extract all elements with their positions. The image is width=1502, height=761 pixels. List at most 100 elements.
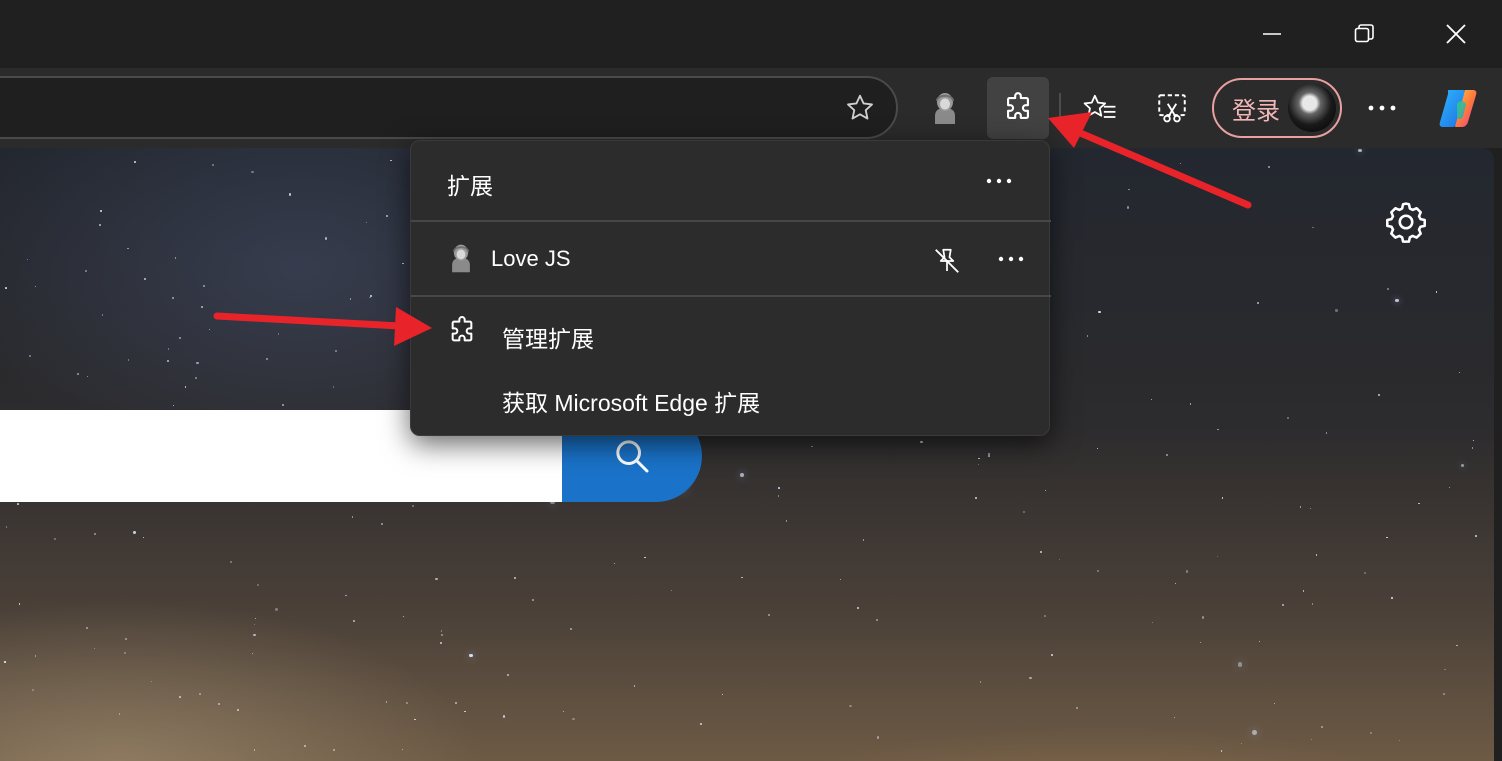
star-dot bbox=[464, 710, 466, 713]
page-settings-button[interactable] bbox=[1378, 194, 1434, 250]
star-dot bbox=[167, 348, 170, 350]
get-extensions-item[interactable]: 获取 Microsoft Edge 扩展 bbox=[411, 365, 1051, 427]
star-dot bbox=[411, 505, 414, 508]
star-dot bbox=[249, 316, 251, 318]
star-dot bbox=[144, 277, 147, 280]
copilot-icon bbox=[1439, 90, 1477, 127]
sign-in-button[interactable]: 登录 bbox=[1212, 78, 1342, 138]
star-dot bbox=[1217, 428, 1219, 431]
minimize-button[interactable] bbox=[1226, 0, 1318, 68]
star-dot bbox=[386, 701, 388, 703]
star-dot bbox=[401, 262, 404, 265]
star-dot bbox=[1023, 510, 1026, 514]
star-dot bbox=[349, 298, 352, 301]
star-dot bbox=[614, 563, 616, 565]
extensions-button[interactable] bbox=[987, 77, 1049, 139]
star-dot bbox=[1126, 206, 1130, 209]
star-dot bbox=[671, 590, 673, 592]
star-dot bbox=[5, 286, 7, 289]
star-dot bbox=[1461, 463, 1465, 468]
star-dot bbox=[1274, 702, 1276, 704]
manage-extensions-label: 管理扩展 bbox=[502, 326, 594, 352]
star-dot bbox=[405, 701, 408, 704]
star-dot bbox=[1442, 693, 1445, 696]
star-dot bbox=[1029, 677, 1032, 680]
star-dot bbox=[1128, 188, 1130, 191]
star-dot bbox=[1399, 739, 1401, 741]
star-dot bbox=[441, 630, 443, 632]
star-dot bbox=[101, 314, 104, 317]
extensions-puzzle-icon bbox=[1007, 92, 1029, 119]
star-dot bbox=[455, 701, 458, 704]
star-dot bbox=[1050, 653, 1054, 656]
unpin-icon bbox=[935, 248, 959, 273]
star-dot bbox=[1199, 641, 1202, 644]
star-dot bbox=[288, 193, 292, 196]
star-dot bbox=[785, 520, 788, 522]
star-dot bbox=[184, 386, 187, 388]
star-dot bbox=[1363, 571, 1366, 574]
star-dot bbox=[435, 577, 438, 580]
star-dot bbox=[142, 536, 144, 538]
star-dot bbox=[722, 693, 724, 696]
manage-extensions-item[interactable]: 管理扩展 bbox=[411, 301, 1051, 363]
star-dot bbox=[218, 703, 221, 705]
star-dot bbox=[208, 329, 211, 331]
star-dot bbox=[178, 337, 181, 340]
menu-divider bbox=[411, 295, 1051, 297]
star-dot bbox=[173, 404, 175, 406]
star-dot bbox=[200, 306, 203, 309]
star-dot bbox=[86, 376, 88, 378]
pin-extension-button[interactable] bbox=[927, 243, 967, 279]
star-dot bbox=[324, 237, 327, 240]
star-dot bbox=[93, 532, 96, 535]
star-dot bbox=[1287, 417, 1289, 419]
star-dot bbox=[700, 723, 702, 725]
star-dot bbox=[5, 525, 8, 528]
star-dot bbox=[1241, 742, 1243, 744]
star-dot bbox=[277, 333, 279, 335]
star-dot bbox=[179, 696, 181, 698]
address-bar[interactable] bbox=[0, 76, 898, 139]
star-dot bbox=[1435, 291, 1437, 293]
star-dot bbox=[1259, 641, 1261, 643]
extension-row-love-js[interactable]: Love JS bbox=[411, 223, 1051, 295]
star-dot bbox=[199, 692, 201, 695]
extensions-menu: 扩展 Love JS 管理扩展 获取 Microsoft Edge 扩展 bbox=[410, 140, 1051, 436]
close-window-button[interactable] bbox=[1410, 0, 1502, 68]
screenshot-button[interactable] bbox=[1141, 77, 1203, 139]
sign-in-label: 登录 bbox=[1232, 97, 1280, 125]
star-dot bbox=[27, 259, 29, 261]
extension-more-button[interactable] bbox=[986, 239, 1036, 279]
star-dot bbox=[876, 736, 879, 739]
love-js-extension-button[interactable] bbox=[914, 77, 976, 139]
star-dot bbox=[768, 613, 770, 616]
more-options-button[interactable] bbox=[1351, 77, 1413, 139]
star-dot bbox=[1216, 556, 1218, 558]
star-dot bbox=[1302, 590, 1305, 593]
star-dot bbox=[1472, 447, 1474, 449]
star-dot bbox=[974, 497, 977, 500]
star-dot bbox=[1325, 431, 1328, 434]
star-dot bbox=[1186, 570, 1189, 573]
copilot-button[interactable] bbox=[1427, 77, 1489, 139]
star-dot bbox=[124, 637, 128, 641]
favorite-star-button[interactable] bbox=[842, 92, 878, 124]
extensions-menu-more-button[interactable] bbox=[974, 161, 1024, 201]
star-dot bbox=[740, 472, 744, 477]
star-dot bbox=[34, 286, 36, 288]
star-dot bbox=[862, 539, 865, 541]
star-dot bbox=[332, 748, 335, 751]
star-dot bbox=[166, 360, 169, 362]
restore-icon bbox=[1354, 24, 1374, 43]
star-dot bbox=[1175, 583, 1177, 585]
star-dot bbox=[253, 633, 256, 636]
screenshot-icon bbox=[1158, 94, 1186, 123]
star-dot bbox=[251, 170, 254, 174]
star-dot bbox=[1086, 335, 1089, 337]
restore-button[interactable] bbox=[1318, 0, 1410, 68]
star-dot bbox=[353, 619, 356, 622]
star-dot bbox=[175, 257, 177, 259]
favorites-button[interactable] bbox=[1069, 77, 1131, 139]
star-dot bbox=[126, 247, 129, 250]
